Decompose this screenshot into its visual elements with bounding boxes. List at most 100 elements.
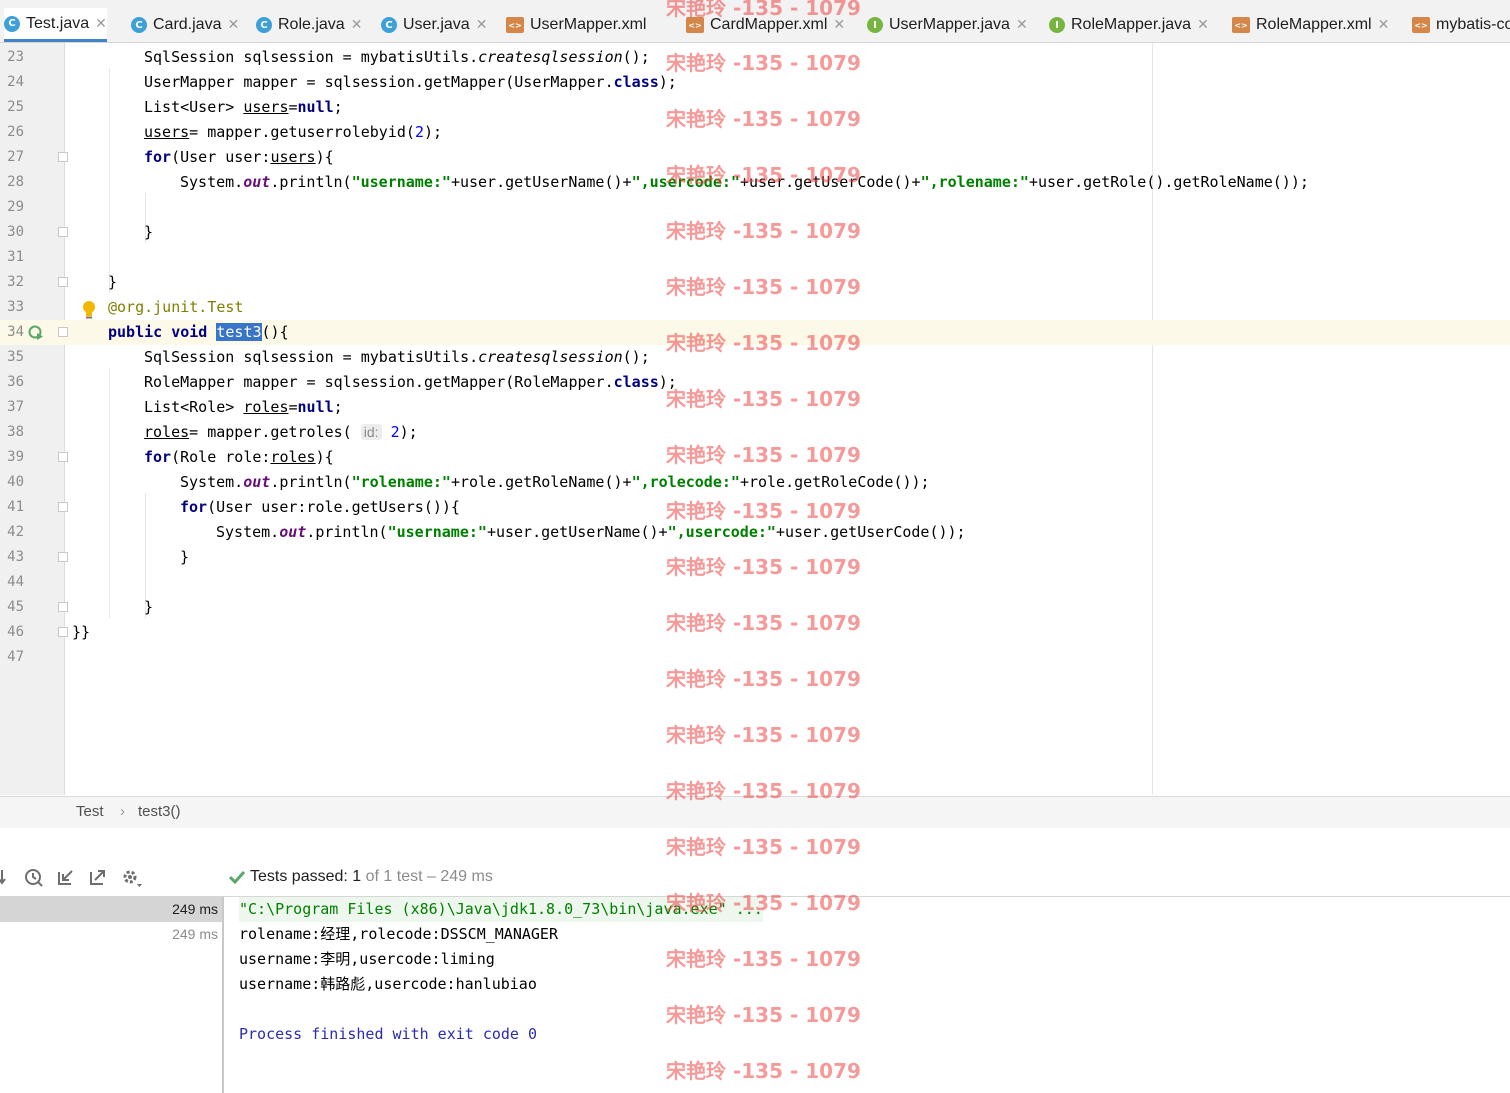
test-tree: 249 ms 249 ms bbox=[0, 897, 224, 1093]
code-line: 27 for(User user:users){ bbox=[0, 145, 1510, 170]
tab-label: Role.java bbox=[278, 16, 345, 33]
history-icon[interactable] bbox=[24, 868, 44, 888]
code-line: 41 for(User user:role.getUsers()){ bbox=[0, 495, 1510, 520]
line-number: 44 bbox=[7, 574, 24, 590]
console-line: username:李明,usercode:liming bbox=[239, 950, 495, 968]
fold-icon[interactable] bbox=[58, 452, 68, 462]
test-tree-row[interactable]: 249 ms bbox=[0, 897, 222, 922]
status-suffix: of 1 test – 249 ms bbox=[365, 868, 493, 885]
line-number: 47 bbox=[7, 649, 24, 665]
fold-icon[interactable] bbox=[58, 602, 68, 612]
code-line: 32 } bbox=[0, 270, 1510, 295]
close-icon[interactable]: ✕ bbox=[476, 17, 488, 33]
tab-role-java[interactable]: C Role.java ✕ bbox=[256, 8, 362, 42]
tab-mybatis-config[interactable]: <> mybatis-co bbox=[1412, 8, 1510, 42]
settings-gear-icon[interactable] bbox=[121, 868, 143, 888]
line-number: 43 bbox=[7, 549, 24, 565]
tab-label: RoleMapper.java bbox=[1071, 16, 1192, 33]
code-line: 45 } bbox=[0, 595, 1510, 620]
code-text: for(User user:role.getUsers()){ bbox=[180, 498, 460, 516]
tab-usermapper-xml[interactable]: <> UserMapper.xml bbox=[506, 8, 646, 42]
tab-label: UserMapper.xml bbox=[530, 16, 647, 33]
close-icon[interactable]: ✕ bbox=[1197, 17, 1209, 33]
code-line: 29 bbox=[0, 195, 1510, 220]
code-line: 26 users= mapper.getuserrolebyid(2); bbox=[0, 120, 1510, 145]
code-text: }} bbox=[72, 623, 91, 641]
line-number: 34 bbox=[7, 324, 24, 340]
xml-file-icon: <> bbox=[1232, 17, 1250, 33]
code-text: UserMapper mapper = sqlsession.getMapper… bbox=[144, 73, 677, 91]
breadcrumb-separator: › bbox=[120, 803, 125, 820]
close-icon[interactable]: ✕ bbox=[95, 16, 107, 32]
line-number: 28 bbox=[7, 174, 24, 190]
code-line: 43 } bbox=[0, 545, 1510, 570]
arrow-down-icon[interactable] bbox=[0, 868, 10, 888]
line-number: 29 bbox=[7, 199, 24, 215]
line-number: 24 bbox=[7, 74, 24, 90]
breadcrumb-class[interactable]: Test bbox=[76, 803, 104, 820]
close-icon[interactable]: ✕ bbox=[227, 17, 239, 33]
code-text: System.out.println("rolename:"+role.getR… bbox=[180, 473, 930, 491]
code-text: List<User> users=null; bbox=[144, 98, 343, 116]
run-panel: Tests passed: 1 of 1 test – 249 ms 249 m… bbox=[0, 828, 1510, 1093]
fold-icon[interactable] bbox=[58, 152, 68, 162]
fold-icon[interactable] bbox=[58, 327, 68, 337]
code-line: 25 List<User> users=null; bbox=[0, 95, 1510, 120]
tab-rolemapper-java[interactable]: I RoleMapper.java ✕ bbox=[1049, 8, 1209, 42]
code-text: } bbox=[108, 273, 118, 291]
class-icon: C bbox=[256, 17, 272, 33]
code-line: 42 System.out.println("username:"+user.g… bbox=[0, 520, 1510, 545]
test-tree-row[interactable]: 249 ms bbox=[0, 922, 222, 947]
tab-test-java[interactable]: C Test.java ✕ bbox=[4, 8, 107, 42]
code-editor[interactable]: 23 SqlSession sqlsession = mybatisUtils.… bbox=[0, 43, 1510, 795]
code-line: 36 RoleMapper mapper = sqlsession.getMap… bbox=[0, 370, 1510, 395]
code-text: SqlSession sqlsession = mybatisUtils.cre… bbox=[144, 348, 650, 366]
tab-label: User.java bbox=[403, 16, 470, 33]
selected-text: test3 bbox=[216, 323, 262, 341]
code-line: 37 List<Role> roles=null; bbox=[0, 395, 1510, 420]
run-toolbar: Tests passed: 1 of 1 test – 249 ms bbox=[0, 860, 1510, 897]
line-number: 30 bbox=[7, 224, 24, 240]
tab-cardmapper-xml[interactable]: <> CardMapper.xml ✕ bbox=[686, 8, 845, 42]
editor-tab-bar: C Test.java ✕ C Card.java ✕ C Role.java … bbox=[0, 0, 1510, 43]
close-icon[interactable]: ✕ bbox=[1016, 17, 1028, 33]
fold-icon[interactable] bbox=[58, 227, 68, 237]
class-icon: C bbox=[131, 17, 147, 33]
line-number: 42 bbox=[7, 524, 24, 540]
console-output[interactable]: "C:\Program Files (x86)\Java\jdk1.8.0_73… bbox=[239, 897, 763, 1047]
code-line: 24 UserMapper mapper = sqlsession.getMap… bbox=[0, 70, 1510, 95]
xml-file-icon: <> bbox=[686, 17, 704, 33]
export-tests-icon[interactable] bbox=[89, 868, 107, 886]
console-line: username:韩路彪,usercode:hanlubiao bbox=[239, 975, 537, 993]
line-number: 26 bbox=[7, 124, 24, 140]
console-line: "C:\Program Files (x86)\Java\jdk1.8.0_73… bbox=[239, 897, 763, 922]
lightbulb-icon[interactable] bbox=[81, 300, 97, 320]
tab-rolemapper-xml[interactable]: <> RoleMapper.xml ✕ bbox=[1232, 8, 1389, 42]
fold-icon[interactable] bbox=[58, 552, 68, 562]
status-prefix: Tests passed: bbox=[250, 868, 348, 885]
console-line: rolename:经理,rolecode:DSSCM_MANAGER bbox=[239, 925, 558, 943]
passed-count: 1 bbox=[352, 868, 362, 885]
code-line: 31 bbox=[0, 245, 1510, 270]
fold-icon[interactable] bbox=[58, 627, 68, 637]
run-test-icon[interactable] bbox=[28, 325, 44, 341]
code-text: } bbox=[144, 223, 154, 241]
close-icon[interactable]: ✕ bbox=[833, 17, 845, 33]
fold-icon[interactable] bbox=[58, 502, 68, 512]
line-number: 31 bbox=[7, 249, 24, 265]
code-line: 38 roles= mapper.getroles( id: 2); bbox=[0, 420, 1510, 445]
tab-label: Test.java bbox=[26, 14, 90, 32]
breadcrumb-method[interactable]: test3() bbox=[138, 803, 181, 820]
fold-icon[interactable] bbox=[58, 277, 68, 287]
interface-icon: I bbox=[867, 17, 883, 33]
tab-user-java[interactable]: C User.java ✕ bbox=[381, 8, 487, 42]
code-text: for(User user:users){ bbox=[144, 148, 334, 166]
close-icon[interactable]: ✕ bbox=[1378, 17, 1390, 33]
tab-card-java[interactable]: C Card.java ✕ bbox=[131, 8, 239, 42]
code-text: } bbox=[180, 548, 190, 566]
import-tests-icon[interactable] bbox=[57, 868, 75, 886]
close-icon[interactable]: ✕ bbox=[351, 17, 363, 33]
line-number: 27 bbox=[7, 149, 24, 165]
tab-usermapper-java[interactable]: I UserMapper.java ✕ bbox=[867, 8, 1028, 42]
tab-label: Card.java bbox=[153, 16, 222, 33]
